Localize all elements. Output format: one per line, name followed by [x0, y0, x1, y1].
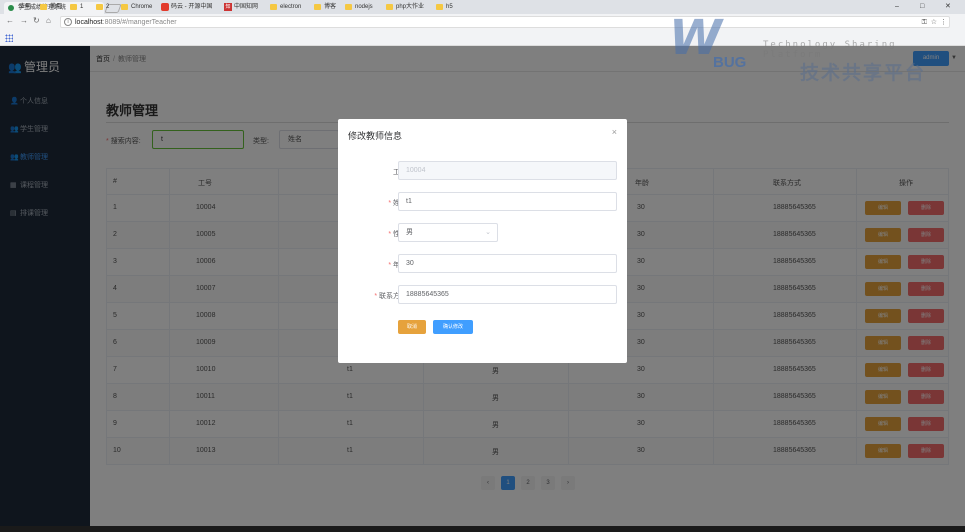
watermark-bug: BUG — [713, 54, 747, 71]
bookmark-item[interactable]: php大作业 — [386, 3, 424, 12]
gitee-icon — [161, 3, 169, 11]
bookmark-apps[interactable]: 应用 — [19, 3, 31, 12]
bookmark-item[interactable]: 常用 — [40, 3, 62, 12]
bookmark-item[interactable]: 码云 - 开源中国 — [161, 3, 212, 12]
home-icon[interactable]: ⌂ — [46, 16, 51, 25]
bookmark-item[interactable]: h5 — [436, 3, 453, 12]
folder-icon — [40, 4, 47, 10]
apps-icon[interactable] — [5, 34, 13, 42]
chevron-down-icon: ⌄ — [485, 229, 491, 236]
folder-icon — [96, 4, 103, 10]
back-icon[interactable]: ← — [6, 16, 14, 25]
cnki-icon: 知 — [224, 3, 232, 11]
folder-icon — [121, 4, 128, 10]
bookmark-item[interactable]: nodejs — [345, 3, 373, 12]
folder-icon — [270, 4, 277, 10]
folder-icon — [436, 4, 443, 10]
folder-icon — [314, 4, 321, 10]
watermark-cn: 技术共享平台 — [800, 63, 927, 84]
gender-select[interactable]: 男 ⌄ — [398, 223, 498, 242]
cancel-button[interactable]: 取消 — [398, 320, 426, 334]
reload-icon[interactable]: ↻ — [33, 16, 40, 25]
dialog-close-icon[interactable]: × — [612, 127, 617, 137]
id-input: 10004 — [398, 161, 617, 180]
confirm-button[interactable]: 确认修改 — [433, 320, 473, 334]
edit-teacher-dialog: 修改教师信息 × 工号: 10004 *姓名: t1 *性别: 男⌄ *年龄: … — [338, 119, 627, 363]
folder-icon — [345, 4, 352, 10]
os-taskbar — [0, 526, 965, 532]
folder-icon — [70, 4, 77, 10]
folder-icon — [386, 4, 393, 10]
forward-icon[interactable]: → — [20, 16, 28, 25]
bookmark-item[interactable]: 1 — [70, 3, 83, 12]
bookmark-item[interactable]: 2 — [96, 3, 109, 12]
watermark-logo: W BUG Technology Sharing Platform 技术共享平台 — [655, 10, 960, 90]
bookmark-item[interactable]: 博客 — [314, 3, 336, 12]
bookmark-item[interactable]: electron — [270, 3, 301, 12]
phone-input[interactable]: 18885645365 — [398, 285, 617, 304]
bookmark-item[interactable]: Chrome — [121, 3, 152, 12]
dialog-title: 修改教师信息 — [348, 131, 403, 141]
url-host: localhost — [75, 19, 103, 26]
info-icon[interactable]: i — [64, 18, 72, 26]
url-path: :8089/#/mangerTeacher — [102, 19, 177, 26]
age-input[interactable]: 30 — [398, 254, 617, 273]
bookmark-item[interactable]: 知中国知网 — [224, 3, 258, 12]
tab-favicon-icon — [8, 5, 14, 11]
watermark-tagline: Technology Sharing Platform — [763, 40, 897, 60]
name-input[interactable]: t1 — [398, 192, 617, 211]
